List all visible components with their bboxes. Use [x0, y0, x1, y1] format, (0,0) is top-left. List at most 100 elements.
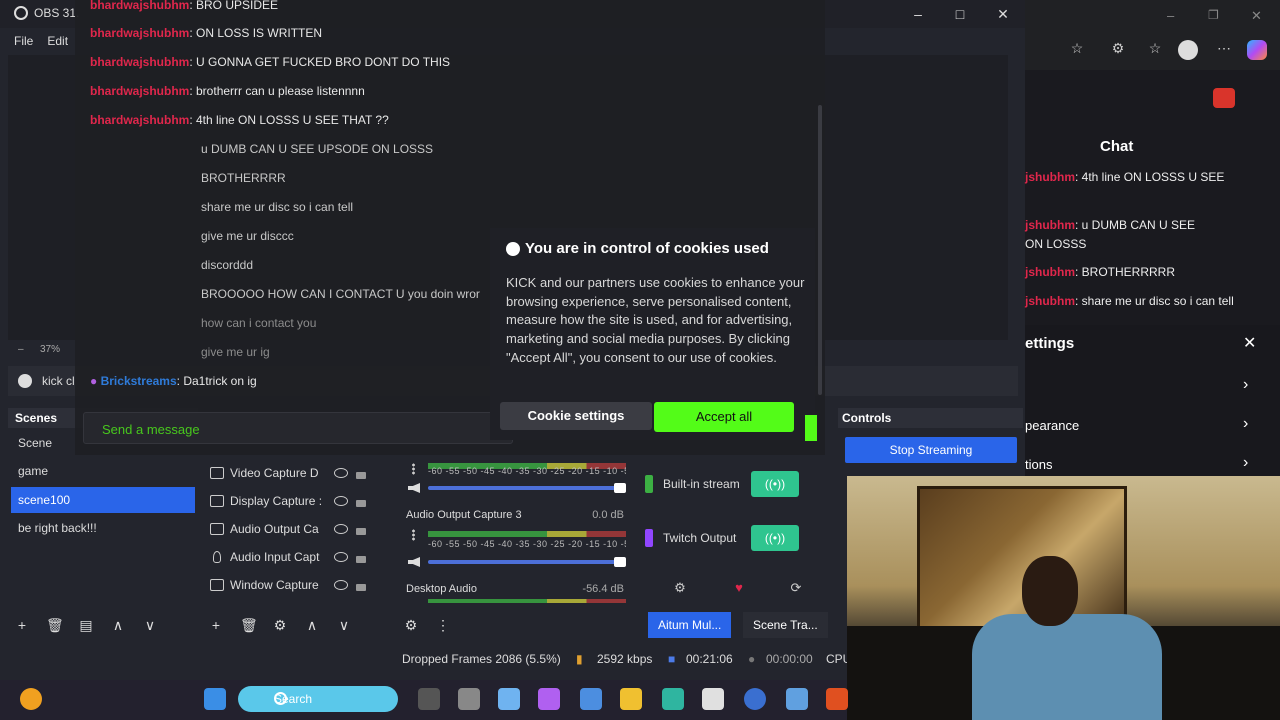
app-icon[interactable] [826, 688, 848, 710]
chat-username[interactable]: bhardwajshubhm [90, 0, 189, 12]
kebab-menu-icon[interactable] [412, 463, 415, 475]
scene-item[interactable]: game [11, 458, 195, 484]
menu-file[interactable]: File [14, 34, 33, 48]
gear-icon[interactable]: ⚙ [672, 581, 688, 595]
windows-start-icon[interactable] [204, 688, 226, 710]
app-icon[interactable] [458, 688, 480, 710]
speaker-icon[interactable] [408, 483, 420, 493]
kebab-menu-icon[interactable] [412, 529, 415, 541]
app-icon[interactable] [498, 688, 520, 710]
copilot-icon[interactable] [1247, 40, 1267, 60]
chevron-right-icon[interactable]: › [1243, 454, 1248, 472]
taskview-icon[interactable] [418, 688, 440, 710]
scene-item[interactable]: be right back!!! [11, 515, 195, 541]
eye-icon[interactable] [334, 551, 348, 563]
cookie-settings-button[interactable]: Cookie settings [500, 402, 652, 430]
kebab-menu-icon[interactable]: ⋮ [435, 617, 451, 634]
calendar-icon[interactable] [702, 688, 724, 710]
more-options-icon[interactable]: ⋯ [1214, 40, 1234, 57]
chat-username[interactable]: jshubhm [1025, 265, 1075, 279]
filter-icon[interactable]: ▤ [78, 617, 94, 634]
tab-scene-transitions[interactable]: Scene Tra... [743, 612, 828, 638]
weather-icon[interactable] [20, 688, 42, 710]
source-row[interactable]: Video Capture D [210, 460, 390, 486]
arrow-down-icon[interactable]: ∨ [336, 617, 352, 634]
chat-username[interactable]: jshubhm [1025, 170, 1075, 184]
chat-username[interactable]: bhardwajshubhm [90, 55, 189, 69]
volume-slider-handle[interactable] [614, 557, 626, 567]
audio-mixer-dock: -60 -55 -50 -45 -40 -35 -30 -25 -20 -15 … [398, 455, 638, 605]
eye-icon[interactable] [334, 467, 348, 479]
browser-toolbar: – ❐ ✕ ☆ ⚙ ☆ ⋯ [1025, 0, 1280, 70]
refresh-icon[interactable]: ⟳ [788, 581, 804, 595]
maximize-icon[interactable]: □ [945, 4, 975, 24]
tab-aitum-multistream[interactable]: Aitum Mul... [648, 612, 732, 638]
star-icon[interactable]: ☆ [1067, 40, 1087, 57]
advanced-audio-icon[interactable]: ⚙ [403, 617, 419, 634]
lock-icon[interactable] [354, 467, 368, 479]
chat-username[interactable]: jshubhm [1025, 218, 1075, 232]
settings-item-appearance[interactable]: pearance [1025, 418, 1079, 433]
extensions-icon[interactable]: ⚙ [1108, 40, 1128, 57]
chat-scrollbar[interactable] [818, 105, 822, 395]
trash-icon[interactable]: 🗑 [240, 617, 258, 634]
close-icon[interactable]: ✕ [1243, 333, 1256, 353]
maximize-icon[interactable]: ❐ [1208, 8, 1219, 22]
broadcast-toggle-icon[interactable]: ((•)) [751, 525, 799, 551]
volume-slider-handle[interactable] [614, 483, 626, 493]
chat-message-input[interactable]: Send a message [83, 412, 513, 444]
menu-edit[interactable]: Edit [47, 34, 68, 48]
app-icon[interactable] [744, 688, 766, 710]
volume-slider[interactable] [428, 557, 626, 567]
chat-message: ● Brickstreams: Da1trick on ig [90, 374, 257, 388]
stop-streaming-button[interactable]: Stop Streaming [845, 437, 1017, 463]
taskbar-search[interactable]: Search [238, 686, 398, 712]
eye-icon[interactable] [334, 579, 348, 591]
scene-item-active[interactable]: scene100 [11, 487, 195, 513]
trash-icon[interactable]: 🗑 [46, 617, 64, 634]
chat-username[interactable]: bhardwajshubhm [90, 113, 189, 127]
accept-all-button[interactable]: Accept all [654, 402, 794, 432]
source-row[interactable]: Audio Output Ca [210, 516, 390, 542]
heart-icon[interactable]: ♥ [731, 581, 747, 595]
edge-icon[interactable] [662, 688, 684, 710]
gear-icon[interactable]: ⚙ [272, 617, 288, 634]
chat-username[interactable]: bhardwajshubhm [90, 84, 189, 98]
arrow-up-icon[interactable]: ∧ [304, 617, 320, 634]
add-icon[interactable]: + [14, 617, 30, 634]
chat-username[interactable]: Brickstreams [101, 374, 177, 388]
output-row: Twitch Output ((•)) [645, 523, 835, 553]
arrow-up-icon[interactable]: ∧ [110, 617, 126, 634]
lock-icon[interactable] [354, 523, 368, 535]
app-icon[interactable] [580, 688, 602, 710]
lock-icon[interactable] [354, 495, 368, 507]
close-icon[interactable]: ✕ [1251, 8, 1262, 24]
speaker-icon[interactable] [408, 557, 420, 567]
copilot-icon[interactable] [538, 688, 560, 710]
favorites-icon[interactable]: ☆ [1145, 40, 1165, 57]
chat-username[interactable]: bhardwajshubhm [90, 26, 189, 40]
chevron-right-icon[interactable]: › [1243, 376, 1248, 394]
file-explorer-icon[interactable] [620, 688, 642, 710]
settings-item-options[interactable]: tions [1025, 457, 1052, 472]
minimize-icon[interactable]: – [1167, 8, 1174, 23]
lock-icon[interactable] [354, 579, 368, 591]
source-row[interactable]: Window Capture [210, 572, 390, 598]
chat-username[interactable]: jshubhm [1025, 294, 1075, 308]
profile-avatar[interactable] [1178, 40, 1198, 60]
eye-icon[interactable] [334, 495, 348, 507]
source-row[interactable]: Display Capture : [210, 488, 390, 514]
source-row[interactable]: Audio Input Capt [210, 544, 390, 570]
add-icon[interactable]: + [208, 617, 224, 634]
zoom-out-icon[interactable]: – [18, 344, 24, 355]
broadcast-toggle-icon[interactable]: ((•)) [751, 471, 799, 497]
chevron-right-icon[interactable]: › [1243, 415, 1248, 433]
chat-text: : Da1trick on ig [176, 374, 257, 388]
volume-slider[interactable] [428, 483, 626, 493]
lock-icon[interactable] [354, 551, 368, 563]
close-icon[interactable]: ✕ [988, 4, 1018, 24]
eye-icon[interactable] [334, 523, 348, 535]
minimize-icon[interactable]: – [903, 4, 933, 24]
arrow-down-icon[interactable]: ∨ [142, 617, 158, 634]
app-icon[interactable] [786, 688, 808, 710]
